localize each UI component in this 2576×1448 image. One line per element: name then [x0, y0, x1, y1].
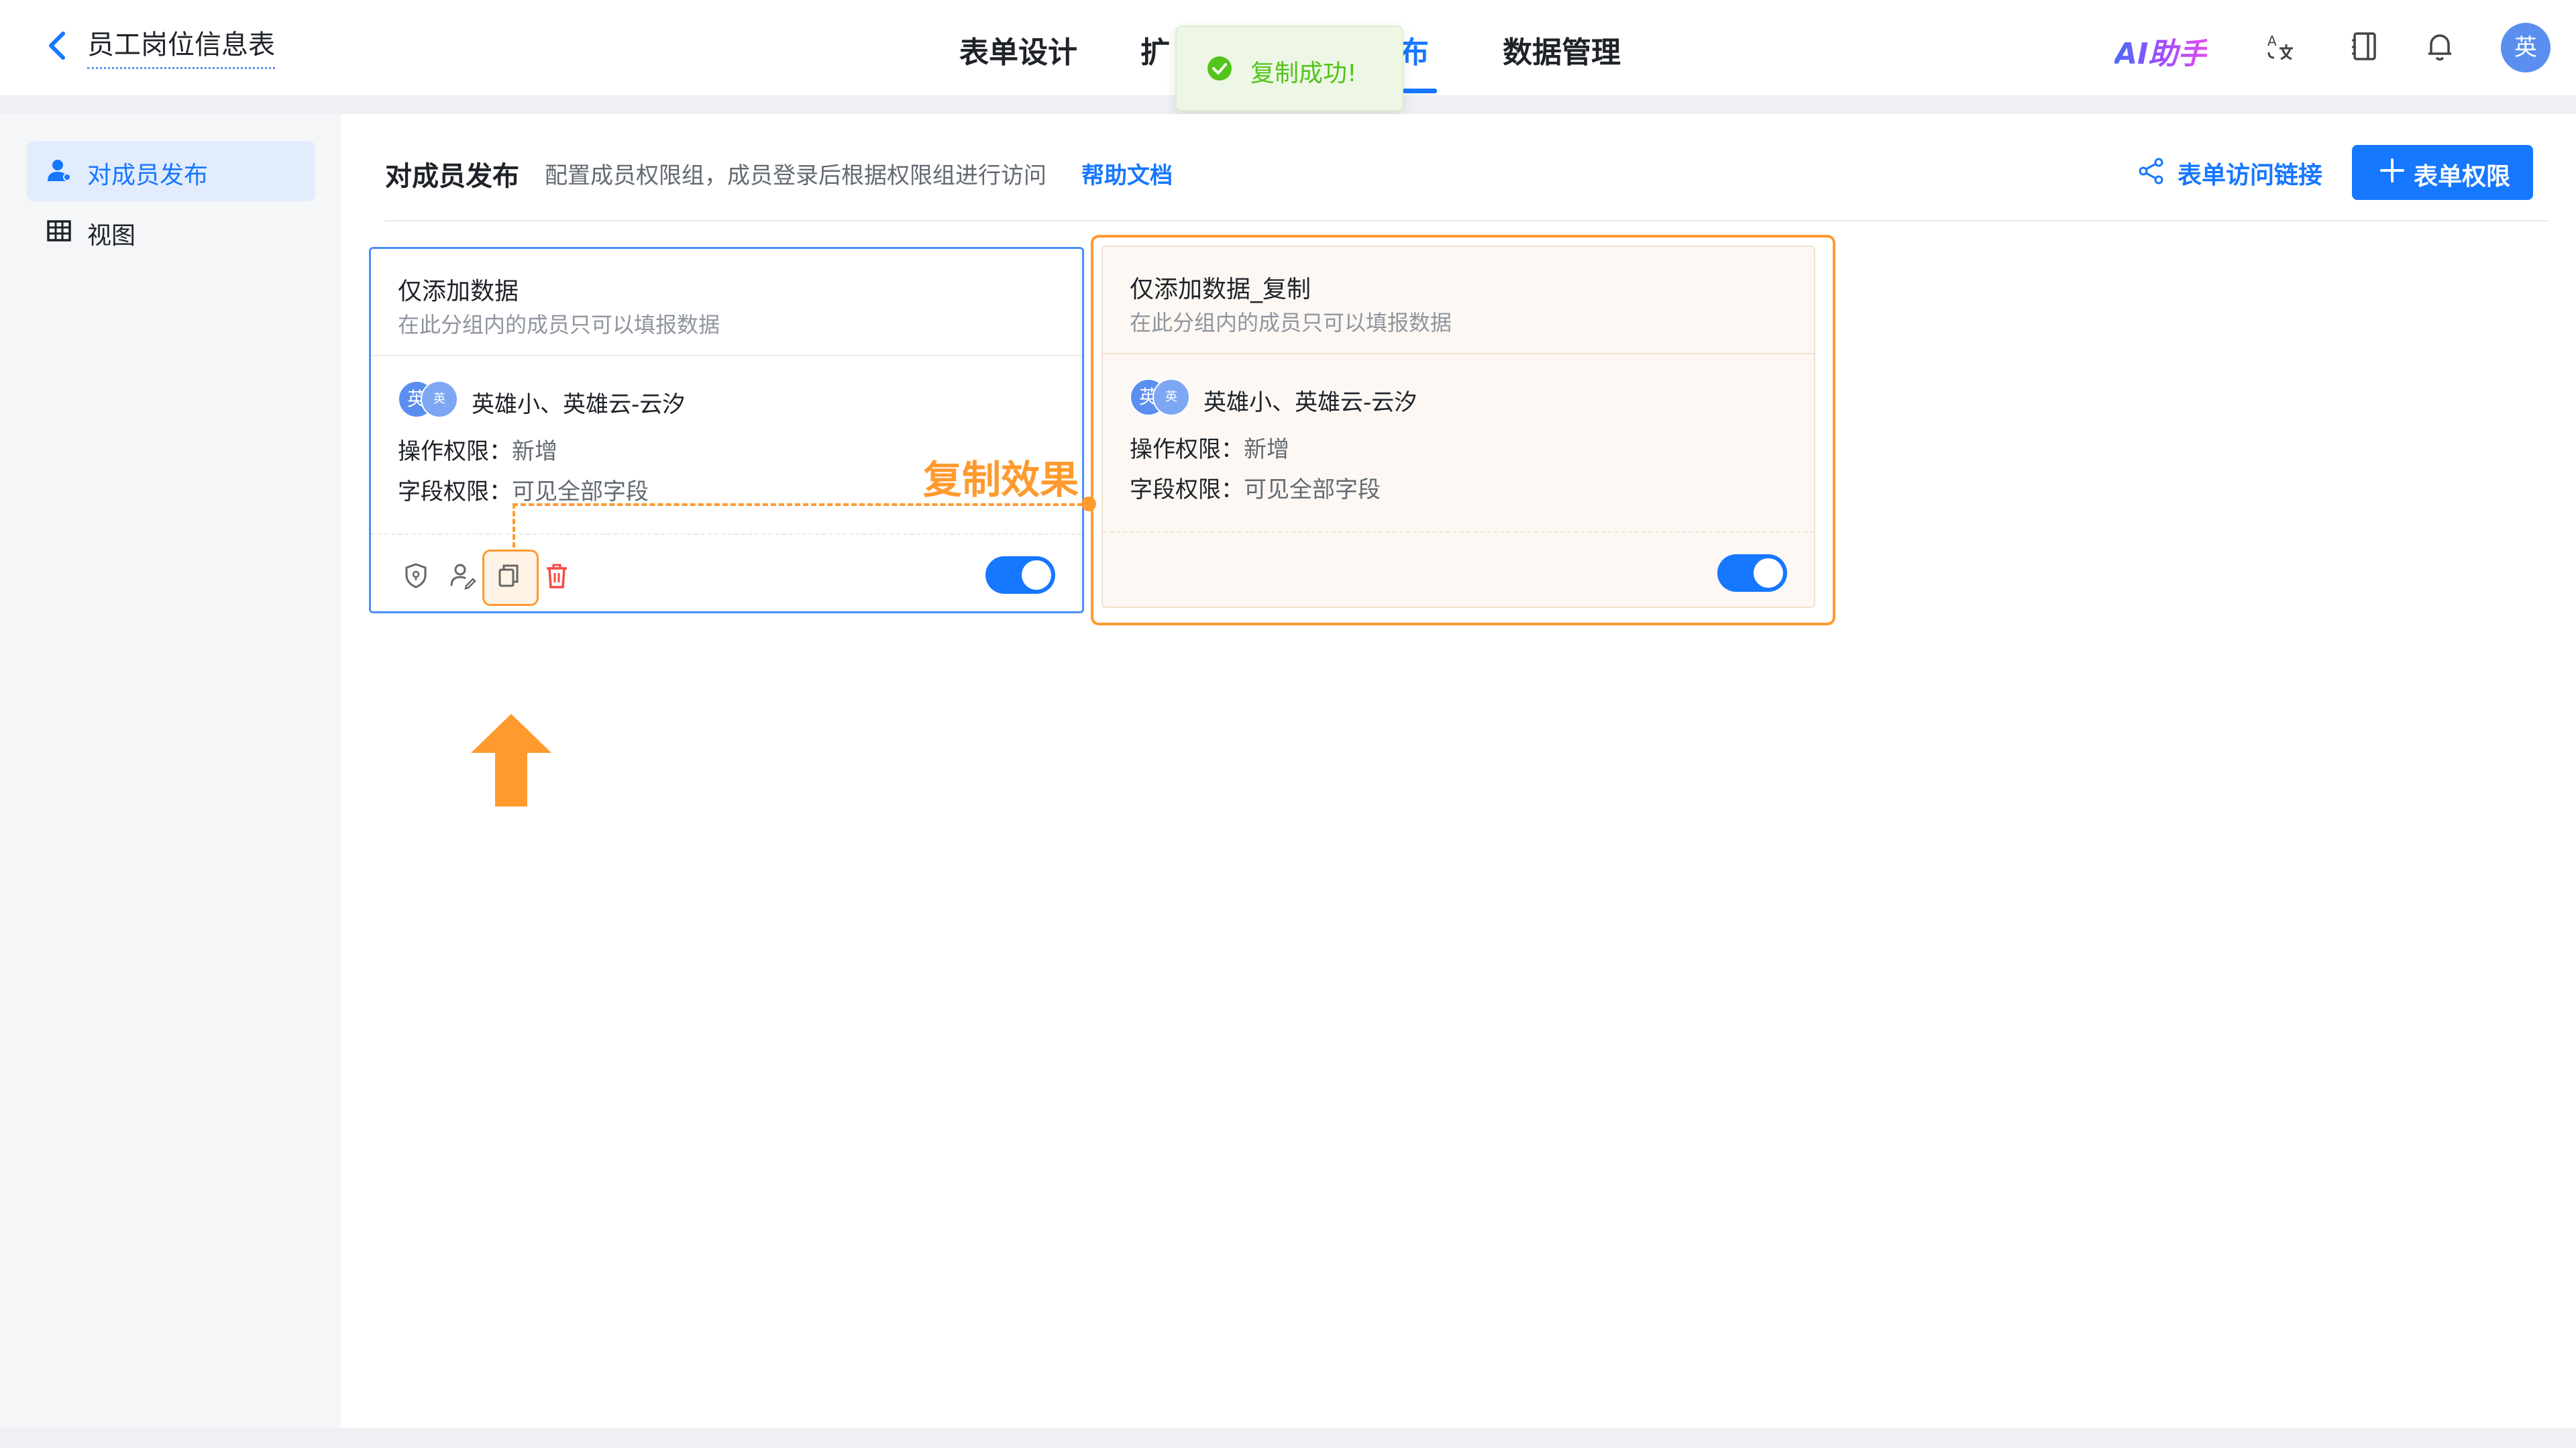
copy-icon[interactable] — [494, 562, 523, 590]
arrow-up-icon — [471, 714, 551, 807]
toggle-knob — [1754, 558, 1783, 588]
enable-toggle[interactable] — [1717, 554, 1787, 592]
shield-icon[interactable] — [402, 562, 430, 590]
translate-icon[interactable]: A — [2265, 30, 2298, 63]
bell-icon[interactable] — [2423, 30, 2457, 63]
main-panel: 对成员发布 视图 对成员发布 配置成员权限组，成员登录后根据权限组进行访问 帮助… — [0, 114, 2576, 1428]
sidebar-item-label: 视图 — [87, 222, 136, 250]
tab-extend[interactable]: 扩 — [1140, 28, 1170, 71]
annotation-label: 复制效果 — [923, 457, 1079, 503]
card-title: 仅添加数据 — [398, 278, 519, 305]
book-icon[interactable] — [2348, 30, 2381, 63]
check-circle-icon — [1208, 56, 1232, 81]
member-avatar: 英 — [1152, 378, 1190, 416]
edit-members-icon[interactable] — [449, 562, 477, 590]
permission-group-card[interactable]: 仅添加数据 在此分组内的成员只可以填报数据 英 英 英雄小、英雄云-云汐 操作权… — [369, 247, 1084, 613]
toast-message: 复制成功! — [1250, 60, 1357, 87]
member-names: 英雄小、英雄云-云汐 — [472, 391, 686, 418]
add-form-permission-button[interactable]: 表单权限 — [2352, 145, 2533, 200]
member-avatar: 英 — [421, 380, 458, 418]
card-header: 仅添加数据 在此分组内的成员只可以填报数据 — [371, 249, 1082, 356]
card-footer-divider — [371, 533, 1082, 536]
success-toast: 复制成功! — [1175, 25, 1403, 111]
card-subtitle: 在此分组内的成员只可以填报数据 — [398, 312, 720, 338]
form-access-link-label: 表单访问链接 — [2178, 162, 2323, 189]
card-header: 仅添加数据_复制 在此分组内的成员只可以填报数据 — [1103, 247, 1814, 354]
sidebar-item-label: 对成员发布 — [87, 162, 209, 189]
ai-assistant-button[interactable]: AI助手 — [2114, 30, 2207, 72]
share-icon — [2139, 158, 2163, 185]
member-names: 英雄小、英雄云-云汐 — [1203, 389, 1417, 416]
enable-toggle[interactable] — [985, 556, 1055, 594]
card-footer-divider — [1103, 531, 1814, 534]
user-avatar[interactable]: 英 — [2501, 23, 2551, 72]
card-title: 仅添加数据_复制 — [1130, 276, 1311, 303]
operation-permission: 操作权限：新增 — [1130, 436, 1289, 463]
user-icon — [48, 160, 71, 181]
plus-icon — [2380, 158, 2404, 183]
section-description: 配置成员权限组，成员登录后根据权限组进行访问 — [545, 162, 1046, 189]
field-permission: 字段权限：可见全部字段 — [1130, 476, 1381, 503]
back-icon[interactable] — [39, 27, 76, 64]
svg-text:A: A — [2267, 33, 2277, 49]
field-permission: 字段权限：可见全部字段 — [398, 478, 649, 505]
active-tab-indicator — [1399, 89, 1437, 93]
sidebar: 对成员发布 视图 — [0, 114, 341, 1428]
card-subtitle: 在此分组内的成员只可以填报数据 — [1130, 310, 1452, 335]
toggle-knob — [1022, 560, 1051, 590]
sidebar-item-publish-to-members[interactable]: 对成员发布 — [27, 141, 315, 201]
annotation-connector-vertical — [513, 503, 515, 548]
document-title[interactable]: 员工岗位信息表 — [87, 23, 275, 69]
tab-form-design[interactable]: 表单设计 — [959, 28, 1077, 71]
permission-group-card-copy[interactable]: 仅添加数据_复制 在此分组内的成员只可以填报数据 英 英 英雄小、英雄云-云汐 … — [1102, 246, 1815, 608]
sidebar-item-view[interactable]: 视图 — [27, 201, 315, 262]
section-title: 对成员发布 — [385, 161, 519, 192]
help-docs-link[interactable]: 帮助文档 — [1081, 157, 1173, 190]
add-form-permission-label: 表单权限 — [2414, 163, 2511, 191]
operation-permission: 操作权限：新增 — [398, 438, 557, 465]
annotation-dot — [1081, 497, 1096, 511]
delete-icon[interactable] — [543, 562, 571, 590]
table-icon — [47, 220, 71, 242]
section-divider — [385, 220, 2549, 221]
annotation-connector — [513, 503, 1091, 506]
tab-data-management[interactable]: 数据管理 — [1503, 28, 1621, 71]
